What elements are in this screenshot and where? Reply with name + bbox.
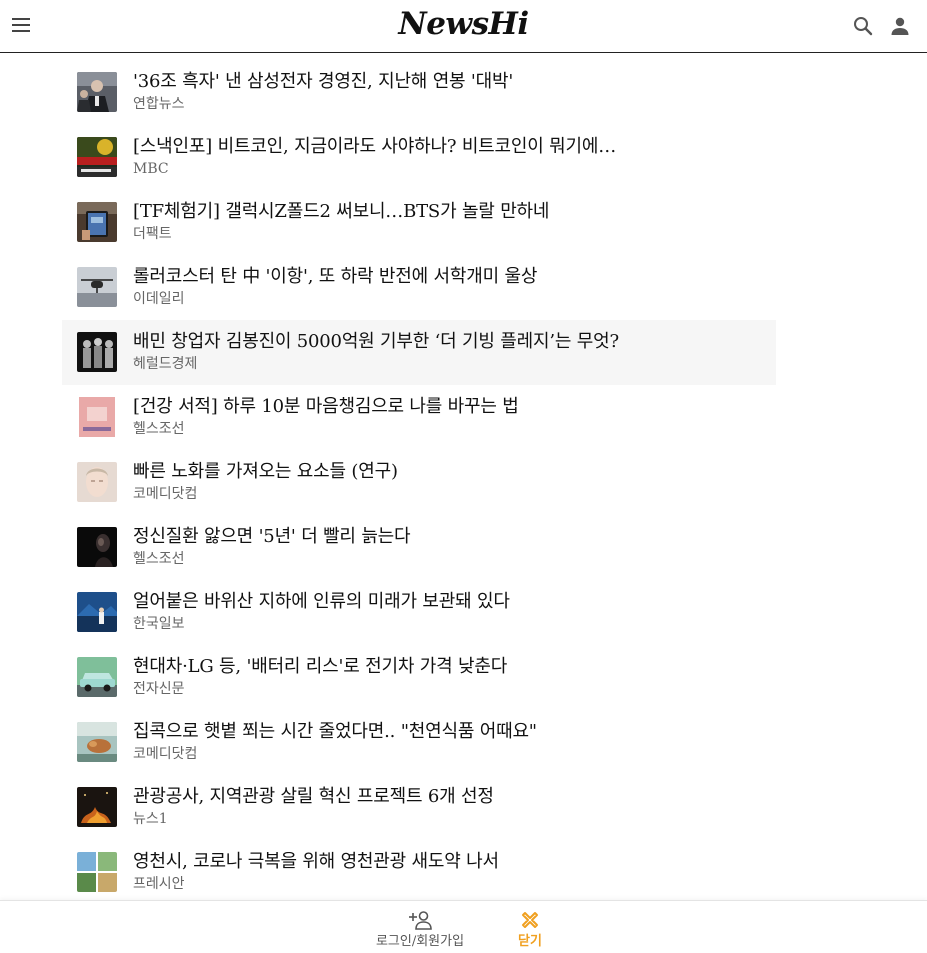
news-source: 코메디닷컴: [133, 746, 198, 762]
news-item[interactable]: 빠른 노화를 가져오는 요소들 (연구) 코메디닷컴: [62, 450, 776, 515]
news-item[interactable]: [스낵인포] 비트코인, 지금이라도 사야하나? 비트코인이 뭐기에… MBC: [62, 125, 776, 190]
close-button[interactable]: 닫기: [506, 909, 554, 953]
news-source: 코메디닷컴: [133, 486, 198, 502]
user-icon: [891, 17, 909, 35]
news-source: 더팩트: [133, 226, 172, 242]
add-user-icon: [409, 911, 432, 930]
news-title[interactable]: [스낵인포] 비트코인, 지금이라도 사야하나? 비트코인이 뭐기에…: [133, 135, 616, 159]
news-source: 프레시안: [133, 876, 185, 892]
news-thumbnail: [77, 657, 117, 697]
news-title[interactable]: 현대차·LG 등, '배터리 리스'로 전기차 가격 낮춘다: [133, 655, 507, 679]
news-item[interactable]: 롤러코스터 탄 中 '이항', 또 하락 반전에 서학개미 울상 이데일리: [62, 255, 776, 320]
news-thumbnail: [77, 397, 117, 437]
news-thumbnail: [77, 852, 117, 892]
close-label: 닫기: [518, 934, 542, 949]
news-thumbnail: [77, 722, 117, 762]
user-button[interactable]: [888, 14, 912, 38]
news-item[interactable]: 정신질환 앓으면 '5년' 더 빨리 늙는다 헬스조선: [62, 515, 776, 580]
news-source: MBC: [133, 161, 169, 177]
news-title[interactable]: [건강 서적] 하루 10분 마음챙김으로 나를 바꾸는 법: [133, 395, 519, 419]
news-item[interactable]: 관광공사, 지역관광 살릴 혁신 프로젝트 6개 선정 뉴스1: [62, 775, 776, 840]
news-source: 이데일리: [133, 291, 185, 307]
login-signup-button[interactable]: 로그인/회원가입: [360, 909, 480, 953]
news-source: 연합뉴스: [133, 96, 185, 112]
news-source: 헤럴드경제: [133, 356, 198, 372]
news-title[interactable]: 영천시, 코로나 극복을 위해 영천관광 새도약 나서: [133, 850, 499, 874]
news-source: 뉴스1: [133, 811, 168, 827]
news-thumbnail: [77, 267, 117, 307]
news-thumbnail: [77, 137, 117, 177]
news-thumbnail: [77, 462, 117, 502]
search-icon: [854, 17, 873, 36]
news-title[interactable]: 배민 창업자 김봉진이 5000억원 기부한 ‘더 기빙 플레지’는 무엇?: [133, 330, 619, 354]
news-source: 전자신문: [133, 681, 185, 697]
bottom-bar: 로그인/회원가입 닫기: [0, 900, 927, 953]
news-title[interactable]: 정신질환 앓으면 '5년' 더 빨리 늙는다: [133, 525, 411, 549]
news-title[interactable]: 집콕으로 햇볕 쬐는 시간 줄었다면.. "천연식품 어때요": [133, 720, 537, 744]
news-title[interactable]: 관광공사, 지역관광 살릴 혁신 프로젝트 6개 선정: [133, 785, 494, 809]
news-thumbnail: [77, 592, 117, 632]
news-title[interactable]: '36조 흑자' 낸 삼성전자 경영진, 지난해 연봉 '대박': [133, 70, 513, 94]
news-source: 헬스조선: [133, 421, 185, 437]
news-thumbnail: [77, 527, 117, 567]
news-item[interactable]: '36조 흑자' 낸 삼성전자 경영진, 지난해 연봉 '대박' 연합뉴스: [62, 60, 776, 125]
news-title[interactable]: [TF체험기] 갤럭시Z폴드2 써보니…BTS가 놀랄 만하네: [133, 200, 549, 224]
news-source: 헬스조선: [133, 551, 185, 567]
news-list: '36조 흑자' 낸 삼성전자 경영진, 지난해 연봉 '대박' 연합뉴스 [스…: [62, 60, 776, 905]
search-button[interactable]: [851, 14, 875, 38]
news-item[interactable]: 집콕으로 햇볕 쬐는 시간 줄었다면.. "천연식품 어때요" 코메디닷컴: [62, 710, 776, 775]
news-thumbnail: [77, 72, 117, 112]
news-item[interactable]: 영천시, 코로나 극복을 위해 영천관광 새도약 나서 프레시안: [62, 840, 776, 905]
login-signup-label: 로그인/회원가입: [375, 934, 465, 949]
news-item[interactable]: 얼어붙은 바위산 지하에 인류의 미래가 보관돼 있다 한국일보: [62, 580, 776, 645]
news-item[interactable]: 배민 창업자 김봉진이 5000억원 기부한 ‘더 기빙 플레지’는 무엇? 헤…: [62, 320, 776, 385]
news-thumbnail: [77, 787, 117, 827]
news-title[interactable]: 빠른 노화를 가져오는 요소들 (연구): [133, 460, 398, 484]
news-item[interactable]: [TF체험기] 갤럭시Z폴드2 써보니…BTS가 놀랄 만하네 더팩트: [62, 190, 776, 255]
top-header: NewsHi: [0, 0, 927, 53]
news-thumbnail: [77, 202, 117, 242]
news-item[interactable]: [건강 서적] 하루 10분 마음챙김으로 나를 바꾸는 법 헬스조선: [62, 385, 776, 450]
close-x-icon: [522, 912, 538, 928]
news-item[interactable]: 현대차·LG 등, '배터리 리스'로 전기차 가격 낮춘다 전자신문: [62, 645, 776, 710]
news-title[interactable]: 롤러코스터 탄 中 '이항', 또 하락 반전에 서학개미 울상: [133, 265, 537, 289]
news-source: 한국일보: [133, 616, 185, 632]
news-thumbnail: [77, 332, 117, 372]
news-title[interactable]: 얼어붙은 바위산 지하에 인류의 미래가 보관돼 있다: [133, 590, 510, 614]
site-logo[interactable]: NewsHi: [0, 6, 927, 42]
